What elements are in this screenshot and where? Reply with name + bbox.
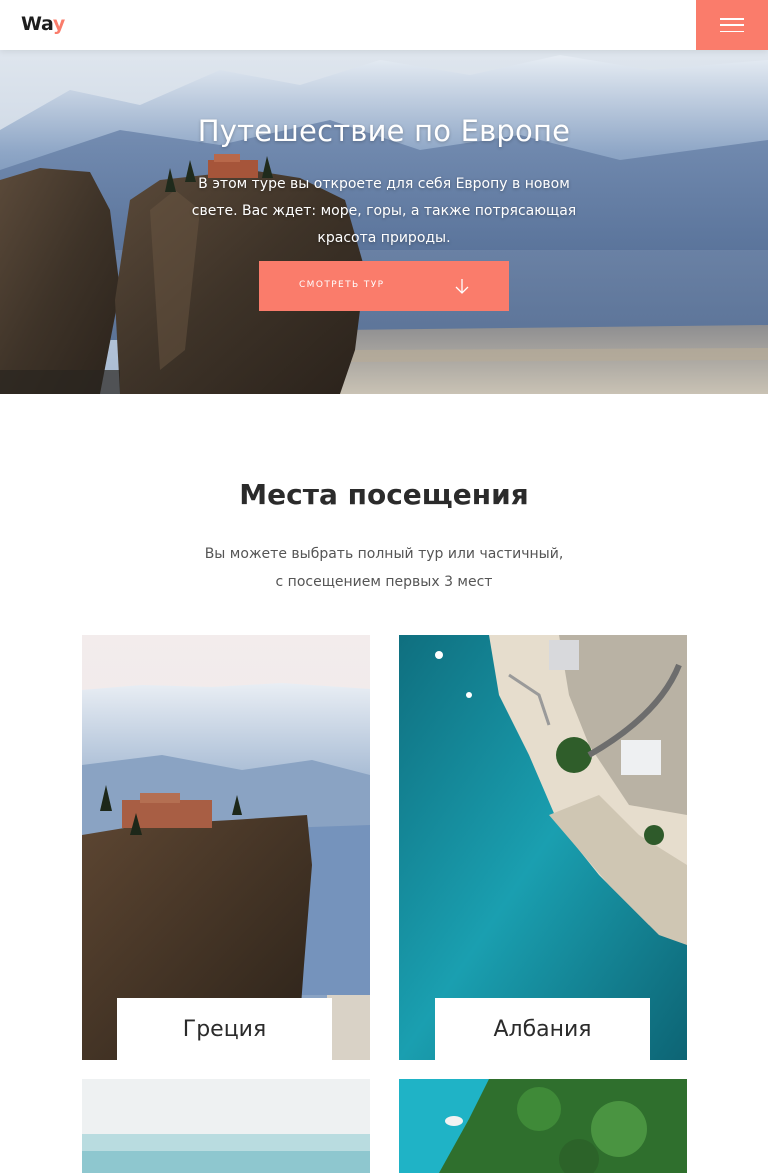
hero-title: Путешествие по Европе xyxy=(197,114,571,148)
place-card-label: Албания xyxy=(435,998,650,1060)
place-card-3[interactable] xyxy=(82,1079,370,1173)
place-card-greece[interactable]: Греция xyxy=(82,635,370,1060)
logo-text: Wa xyxy=(21,13,53,35)
place-4-image xyxy=(399,1079,687,1173)
place-card-4[interactable] xyxy=(399,1079,687,1173)
menu-button[interactable] xyxy=(696,0,768,50)
logo[interactable]: Way xyxy=(21,13,65,35)
places-section-subtitle: Вы можете выбрать полный тур или частичн… xyxy=(204,546,564,590)
hero-content: Путешествие по Европе В этом туре вы отк… xyxy=(0,50,768,394)
greece-image xyxy=(82,635,370,1060)
hero-description: В этом туре вы откроете для себя Европу … xyxy=(191,176,577,246)
arrow-down-icon xyxy=(455,279,469,294)
place-3-image xyxy=(82,1079,370,1173)
hamburger-icon xyxy=(720,18,744,32)
view-tour-label: смотреть тур xyxy=(299,280,385,290)
view-tour-button[interactable]: смотреть тур xyxy=(259,261,509,311)
site-header: Way xyxy=(0,0,768,50)
hero-banner: Путешествие по Европе В этом туре вы отк… xyxy=(0,50,768,394)
places-section-title: Места посещения xyxy=(239,478,529,511)
logo-accent-letter: y xyxy=(52,13,66,35)
albania-image xyxy=(399,635,687,1060)
place-card-albania[interactable]: Албания xyxy=(399,635,687,1060)
place-card-label: Греция xyxy=(117,998,332,1060)
